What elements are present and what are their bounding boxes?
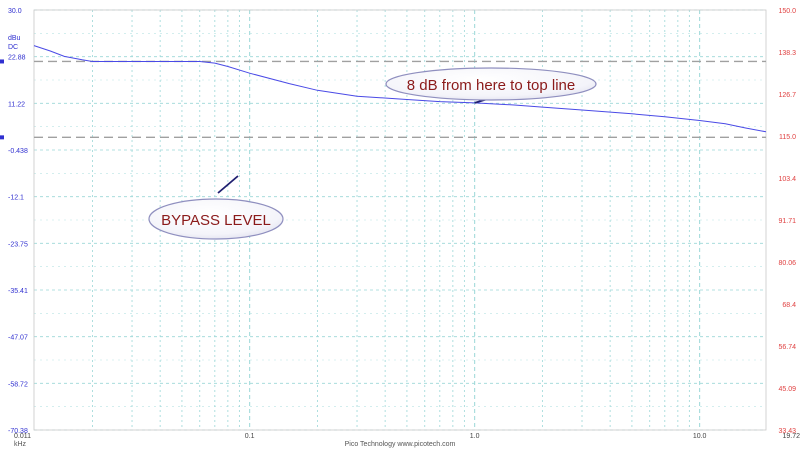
right-tick-label: 126.7	[778, 92, 796, 99]
x-axis-unit: kHz	[14, 441, 27, 448]
left-tick-label: -47.07	[8, 335, 28, 342]
reference-lines	[0, 59, 766, 140]
right-tick-label: 56.74	[778, 344, 796, 351]
left-tick-label: -12.1	[8, 195, 24, 202]
right-tick-label: 45.09	[778, 386, 796, 393]
frequency-response-chart: dBu DC 30.0 22.88 11.22 -0.438 -12.1 -23.75 -3…	[0, 0, 800, 450]
annotation-text: BYPASS LEVEL	[161, 212, 271, 229]
right-tick-label: 68.4	[782, 302, 796, 309]
annotations: 8 dB from here to top line BYPASS LEVEL	[148, 67, 597, 240]
x-tick-label: 19.72	[782, 433, 800, 440]
left-tick-label: -0.438	[8, 148, 28, 155]
right-tick-label: 103.4	[778, 176, 796, 183]
x-axis: kHz Pico Technology www.picotech.com 0.0…	[14, 433, 800, 448]
right-tick-label: 150.0	[778, 8, 796, 15]
annotation-text: 8 dB from here to top line	[407, 77, 575, 94]
level-marker	[0, 59, 4, 64]
left-axis-coupling: DC	[8, 44, 18, 51]
left-tick-label: -58.72	[8, 381, 28, 388]
chart-svg: dBu DC 30.0 22.88 11.22 -0.438 -12.1 -23.75 -3…	[0, 8, 800, 448]
x-tick-label: 0.1	[245, 433, 255, 440]
level-marker	[0, 135, 4, 140]
right-tick-label: 115.0	[779, 134, 796, 141]
right-tick-label: 138.3	[778, 50, 796, 57]
left-tick-label: 11.22	[8, 101, 25, 108]
x-tick-label: 0.011	[14, 433, 31, 440]
left-tick-label: -23.75	[8, 241, 28, 248]
footer-credit: Pico Technology www.picotech.com	[345, 441, 456, 448]
left-tick-label: 30.0	[8, 8, 22, 15]
grid	[33, 9, 767, 431]
right-tick-label: 91.71	[778, 218, 796, 225]
left-tick-label: -35.41	[8, 288, 28, 295]
left-axis: dBu DC 30.0 22.88 11.22 -0.438 -12.1 -23.75 -3…	[8, 8, 28, 435]
right-tick-label: 80.06	[778, 260, 796, 267]
x-tick-label: 10.0	[693, 433, 707, 440]
left-axis-unit: dBu	[8, 35, 21, 42]
left-tick-label: 22.88	[8, 55, 26, 62]
x-tick-label: 1.0	[470, 433, 480, 440]
right-axis: 150.0 138.3 126.7 115.0 103.4 91.71 80.06 68.4 5…	[778, 8, 796, 435]
